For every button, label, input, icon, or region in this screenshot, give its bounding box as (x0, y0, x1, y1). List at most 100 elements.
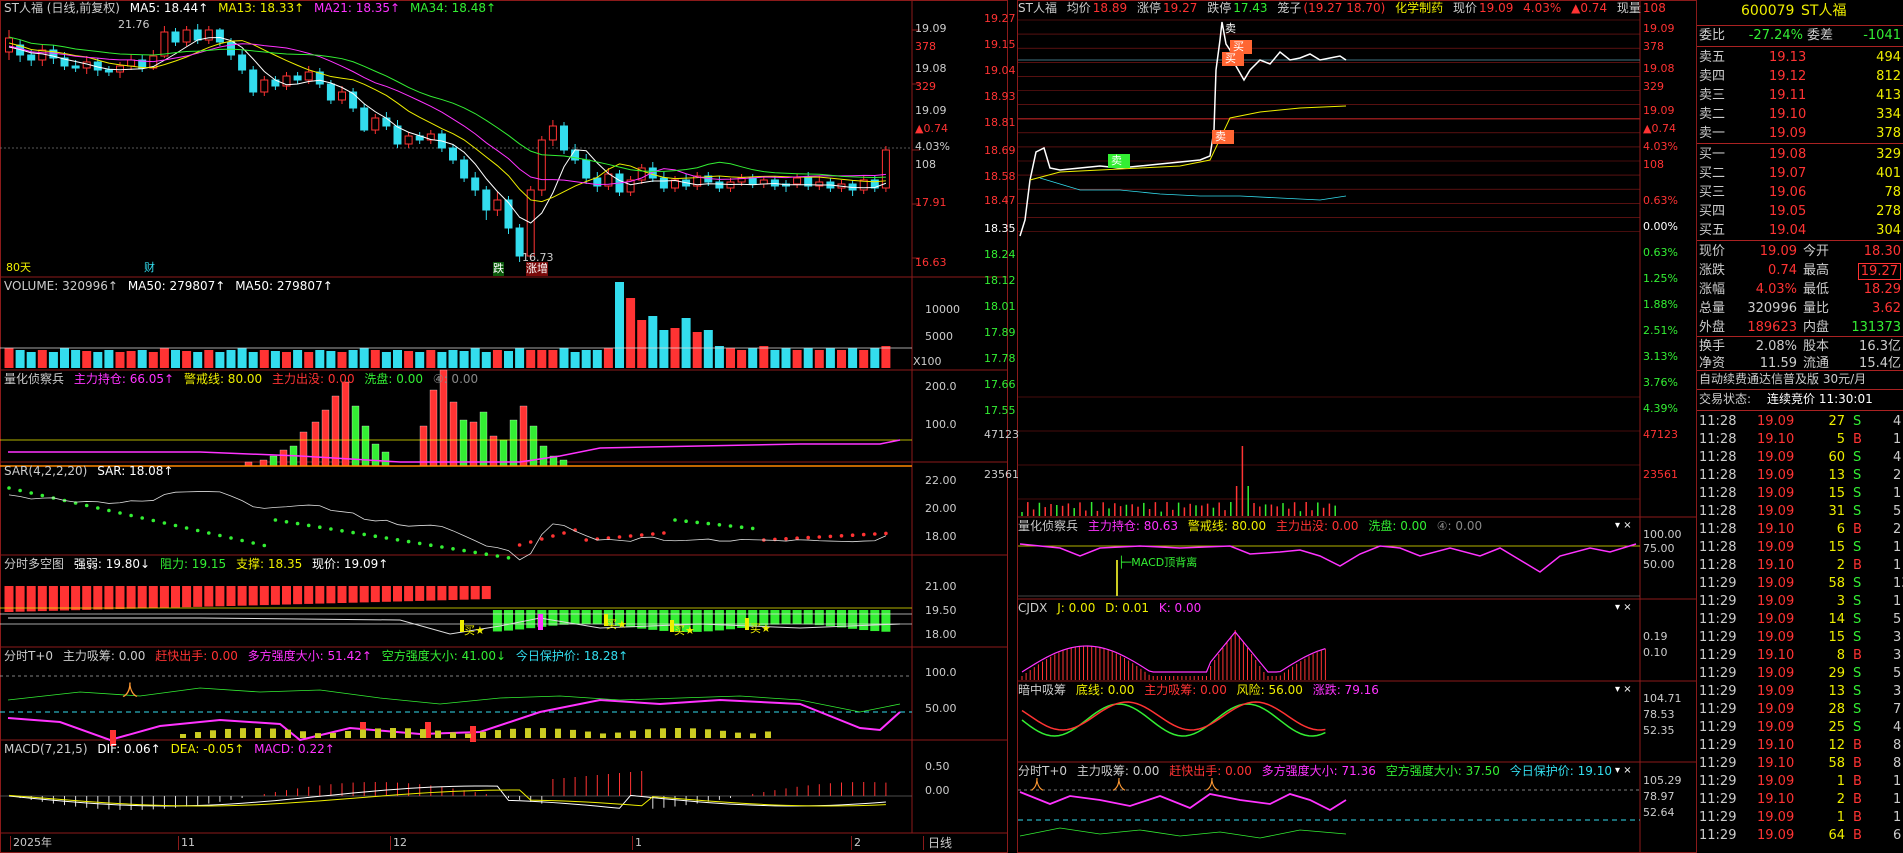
ask-price: 19.10 (1769, 107, 1807, 122)
volume-bar (359, 348, 369, 368)
trade-tag: 买 (1233, 40, 1244, 53)
sar-dot (362, 532, 367, 537)
ad-banner[interactable]: 自动续费通达信普及版 30元/月 (1697, 370, 1903, 388)
axis-tick: 0.50 (925, 760, 950, 773)
volume-bar (792, 350, 802, 368)
sar-dot (184, 526, 189, 530)
axis-tick: 50.00 (1643, 558, 1675, 571)
candle-body (249, 69, 258, 93)
axis-tick: 0.10 (1643, 646, 1668, 659)
volume-bar (615, 282, 624, 368)
fsdk-bar (60, 586, 69, 611)
sar-dot (195, 528, 200, 533)
tick-time: 11:29 (1699, 594, 1737, 609)
axis-tick: 17.66 (984, 378, 1016, 391)
bid-price: 19.05 (1769, 204, 1807, 219)
sar-dot (251, 541, 255, 545)
fst0-yellow-bar (195, 732, 201, 738)
sub3-risk: 风险: 56.00 (1236, 683, 1303, 697)
axis-tick: 17.91 (915, 196, 947, 209)
axis-tick: 19.09 (1643, 22, 1675, 35)
tick-time: 11:28 (1699, 486, 1737, 501)
tick-count: 8 (1893, 756, 1902, 771)
dt-value: 17.43 (1233, 1, 1268, 15)
tick-count: 5 (1893, 666, 1902, 681)
volume-bar (759, 346, 769, 368)
lhzc-bar (381, 451, 390, 467)
tick-time: 11:29 (1699, 756, 1737, 771)
tick-volume: 2 (1836, 558, 1845, 573)
tick-row: 11:29 19.10 2 B 1 (1697, 790, 1903, 809)
axis-tick: 378 (915, 40, 936, 53)
volume-bar (293, 350, 303, 368)
sub1-menu-icon[interactable]: ▾ × (1615, 519, 1632, 533)
ask-label: 卖二 (1699, 107, 1726, 122)
pen-label: 笼子 (1277, 1, 1302, 15)
ma21-label: MA21: 18.35↑ (314, 1, 401, 15)
sar-dot (7, 486, 11, 490)
tick-price: 19.09 (1757, 666, 1795, 681)
stat-label: 今开 (1803, 244, 1830, 259)
tick-side: S (1853, 450, 1862, 465)
bid-row: 买五 19.04 304 (1697, 221, 1903, 240)
fsdk-bar (581, 610, 591, 625)
sub1-four: ④: 0.00 (1436, 519, 1483, 533)
tick-volume: 8 (1836, 648, 1845, 663)
macd-dea: DEA: -0.05↑ (170, 742, 245, 756)
axis-tick: 18.00 (925, 530, 957, 543)
sar-dot (173, 523, 178, 528)
tick-row: 11:29 19.09 1 B 1 (1697, 772, 1903, 791)
sar-dot (29, 491, 33, 495)
tick-count: 5 (1893, 612, 1902, 627)
sar-dot (540, 537, 544, 541)
fsdk-bar (548, 610, 558, 626)
sar-dot (329, 527, 333, 531)
fsdk-bar (814, 610, 824, 626)
wc-label: 委差 (1807, 28, 1834, 43)
ask-label: 卖三 (1699, 88, 1726, 103)
sub4-absorb: 主力吸筹: 0.00 (1076, 764, 1160, 778)
axis-tick: 19.50 (925, 604, 957, 617)
tick-volume: 15 (1828, 486, 1845, 501)
ad-text[interactable]: 自动续费通达信普及版 30元/月 (1699, 370, 1866, 388)
axis-tick: 19.08 (915, 62, 947, 75)
tick-volume: 31 (1828, 504, 1845, 519)
sub3-title: 暗中吸筹 (1018, 683, 1067, 697)
sar-dot (617, 535, 622, 539)
sub2-menu-icon[interactable]: ▾ × (1615, 601, 1632, 615)
volume-bars (0, 282, 912, 368)
sub3-menu-icon[interactable]: ▾ × (1615, 683, 1632, 697)
volume-header: VOLUME: 320996↑ MA50: 279807↑ MA50: 2798… (4, 278, 339, 294)
fsdk-bar (37, 586, 47, 612)
ask-volume: 413 (1876, 88, 1901, 103)
candle-body (482, 189, 491, 211)
tick-time: 11:29 (1699, 792, 1737, 807)
sar-dot (628, 534, 633, 538)
candle-body (560, 125, 568, 151)
bid-volume: 78 (1884, 185, 1901, 200)
fst0-yellow-bar (240, 728, 246, 738)
volume-bar (93, 352, 103, 368)
tick-count: 13 (1893, 576, 1903, 591)
tick-time: 11:28 (1699, 414, 1737, 429)
fsdk-bar (315, 586, 325, 604)
tick-price: 19.09 (1757, 540, 1795, 555)
fsdk-bar (370, 586, 380, 603)
stat-value: 189623 (1747, 320, 1797, 335)
sar-dot (673, 518, 677, 522)
sar-dot (706, 521, 711, 526)
sub4-menu-icon[interactable]: ▾ × (1615, 764, 1632, 778)
industry-label[interactable]: 化学制药 (1395, 1, 1443, 15)
fsdk-bar (470, 586, 480, 600)
lhzc-bar (429, 389, 438, 467)
axis-tick: 50.00 (925, 702, 957, 715)
lhzc-hold: 主力持仓: 66.05↑ (73, 372, 175, 386)
period-button[interactable]: 日线 (923, 836, 956, 850)
fsdk-bar (426, 586, 436, 601)
tick-side: B (1853, 774, 1862, 789)
tick-row: 11:28 19.10 5 B 1 (1697, 430, 1903, 449)
sar-dot (528, 540, 533, 544)
bid-price: 19.06 (1769, 185, 1807, 200)
tick-count: 4 (1893, 450, 1902, 465)
tick-side: B (1853, 828, 1862, 843)
